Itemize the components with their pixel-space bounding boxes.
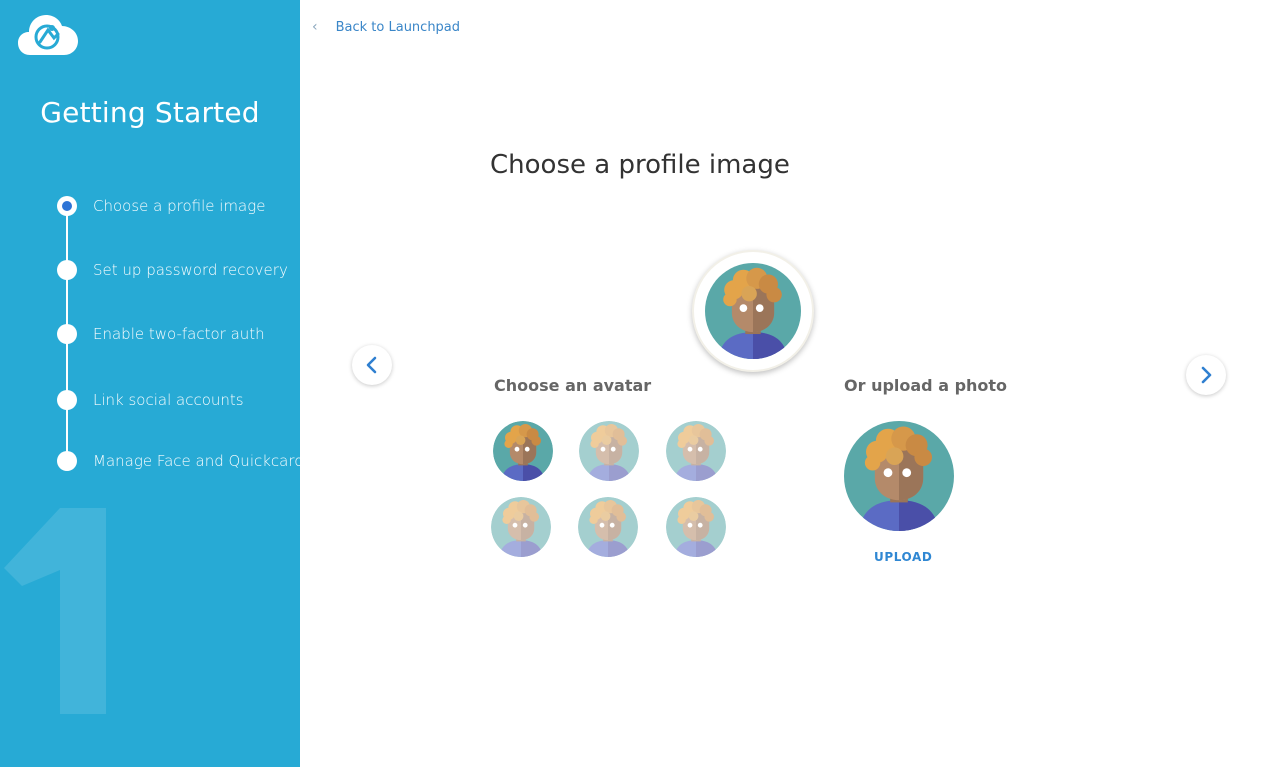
back-link-label: Back to Launchpad [335,19,461,35]
step-indicator [57,324,77,344]
sidebar: Getting Started Choose a profile image S… [0,0,300,767]
step-label: Set up password recovery [93,261,288,279]
step-indicator-active [57,196,77,216]
avatar-option[interactable] [666,497,726,557]
step-indicator [57,390,77,410]
avatar-image [705,263,801,359]
step-label: Link social accounts [93,391,244,409]
step-label: Manage Face and Quickcard [93,452,300,470]
upload-photo-preview[interactable] [844,421,954,531]
avatar-option[interactable] [666,421,726,481]
step-label: Choose a profile image [93,197,266,215]
cloud-logo-icon[interactable] [18,12,78,56]
selected-profile-image [692,250,814,372]
avatar-option[interactable] [578,497,638,557]
avatar-option[interactable] [491,497,551,557]
upload-photo-heading: Or upload a photo [844,376,1008,395]
step-label: Enable two-factor auth [93,325,265,343]
previous-avatar-button[interactable] [352,345,392,385]
avatar-option[interactable] [579,421,639,481]
step-number-watermark [4,508,106,714]
next-avatar-button[interactable] [1186,355,1226,395]
choose-avatar-heading: Choose an avatar [494,376,652,395]
step-indicator [57,260,77,280]
back-to-launchpad-link[interactable]: ‹ Back to Launchpad [312,18,460,36]
chevron-left-icon: ‹ [312,19,318,35]
page-title: Choose a profile image [490,150,790,180]
chevron-left-icon [366,356,377,374]
chevron-right-icon [1201,366,1212,384]
step-indicator [57,451,77,471]
upload-button[interactable]: UPLOAD [874,550,933,564]
avatar-option-selected[interactable] [493,421,553,481]
sidebar-title: Getting Started [40,96,260,129]
